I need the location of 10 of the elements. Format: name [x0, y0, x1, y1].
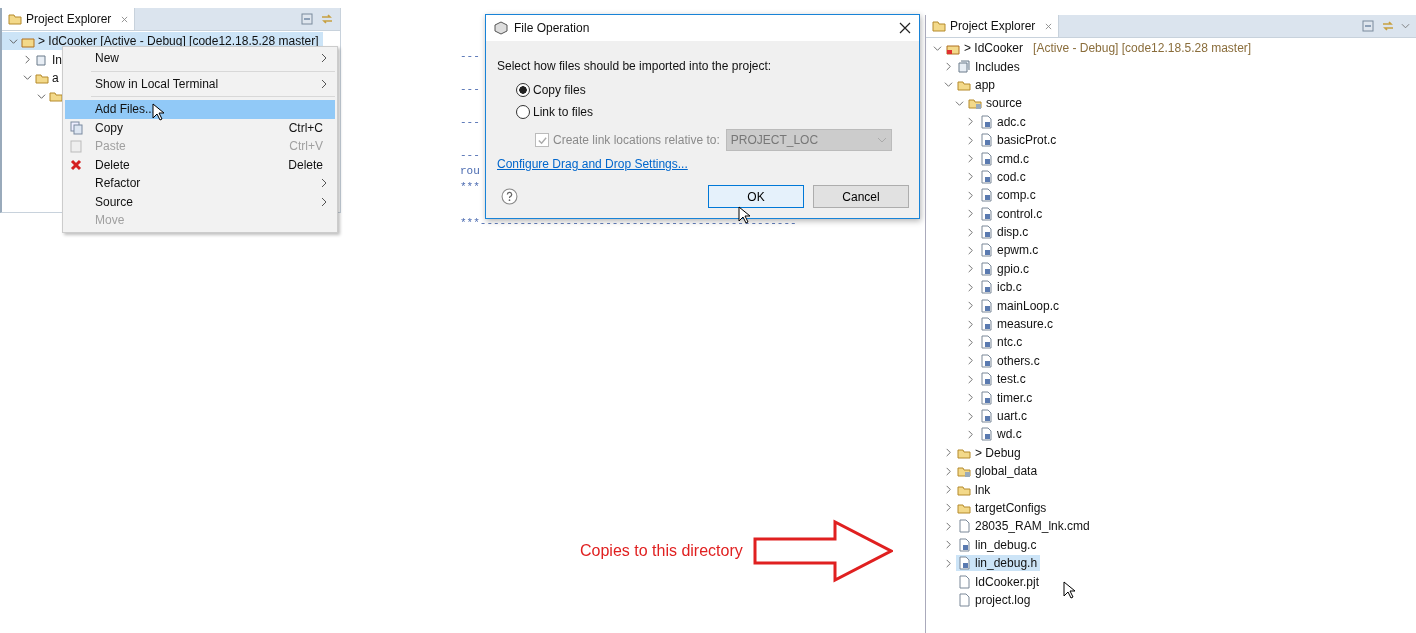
code-text: ***------------------------------------------------ — [459, 217, 798, 231]
prompt-text: Select how files should be imported into the project: — [497, 59, 773, 73]
code-text: --- — [460, 50, 481, 64]
annotation-text: Copies to this directory — [580, 542, 743, 560]
code-text: *** — [460, 181, 481, 195]
dialog-title: File Operation — [514, 21, 591, 35]
code-text: --- — [460, 116, 481, 130]
code-text: --- — [460, 149, 481, 163]
code-text: rou — [460, 165, 481, 179]
code-text: --- — [460, 83, 481, 97]
